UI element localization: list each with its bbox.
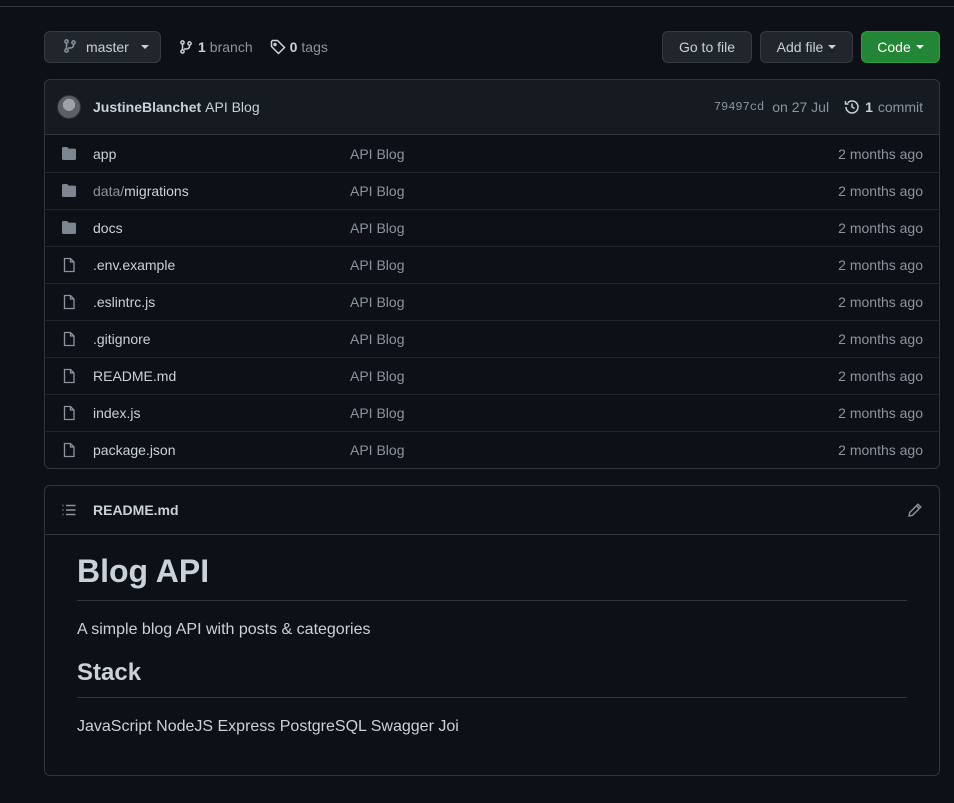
git-branch-icon (62, 38, 78, 57)
file-name: migrations (124, 183, 189, 199)
file-commit-message[interactable]: API Blog (350, 331, 838, 347)
file-name-link[interactable]: docs (93, 220, 350, 236)
repo-toolbar: master 1 branch 0 tags Go to file Add fi… (44, 31, 940, 63)
add-file-label: Add file (776, 39, 824, 55)
file-row[interactable]: index.js API Blog 2 months ago (45, 394, 939, 431)
header-divider (0, 6, 954, 7)
commit-count-label: commit (877, 99, 923, 115)
pencil-icon[interactable] (907, 502, 923, 518)
tags-link[interactable]: 0 tags (270, 39, 328, 55)
file-name: .eslintrc.js (93, 294, 156, 310)
file-commit-age: 2 months ago (838, 257, 923, 273)
tag-label: tags (301, 39, 328, 55)
file-icon (61, 331, 77, 347)
file-commit-message[interactable]: API Blog (350, 257, 838, 273)
file-browser: JustineBlanchet API Blog 79497cd on 27 J… (44, 79, 940, 469)
file-path-prefix: data/ (93, 183, 125, 199)
file-name-link[interactable]: .gitignore (93, 331, 350, 347)
file-row[interactable]: app API Blog 2 months ago (45, 135, 939, 172)
folder-icon (61, 146, 77, 162)
file-commit-age: 2 months ago (838, 294, 923, 310)
chevron-down-icon (140, 45, 149, 49)
code-label: Code (877, 39, 911, 55)
history-icon (844, 100, 859, 114)
file-icon (61, 294, 77, 310)
add-file-button[interactable]: Add file (760, 31, 853, 63)
file-icon (61, 257, 77, 273)
file-commit-message[interactable]: API Blog (350, 442, 838, 458)
file-icon (61, 405, 77, 421)
tag-count: 0 (289, 39, 298, 55)
file-icon (61, 442, 77, 458)
file-commit-message[interactable]: API Blog (350, 220, 838, 236)
commit-date: on 27 Jul (772, 99, 830, 115)
file-name-link[interactable]: index.js (93, 405, 350, 421)
branch-count: 1 (198, 39, 206, 55)
go-to-file-button[interactable]: Go to file (662, 31, 752, 63)
file-commit-age: 2 months ago (838, 442, 923, 458)
branch-name: master (86, 39, 129, 55)
commit-author[interactable]: JustineBlanchet (93, 99, 201, 115)
readme-panel: README.md Blog API A simple blog API wit… (44, 485, 940, 776)
file-list: app API Blog 2 months ago data/migrations AP… (45, 135, 939, 468)
file-row[interactable]: .env.example API Blog 2 months ago (45, 246, 939, 283)
file-commit-message[interactable]: API Blog (350, 405, 838, 421)
file-name: index.js (93, 405, 141, 421)
stack-list: JavaScript NodeJS Express PostgreSQL Swa… (77, 718, 459, 735)
avatar[interactable] (57, 95, 81, 119)
chevron-down-icon (828, 45, 837, 49)
branches-link[interactable]: 1 branch (178, 39, 253, 55)
file-commit-age: 2 months ago (838, 220, 923, 236)
file-name-link[interactable]: package.json (93, 442, 350, 458)
file-row[interactable]: .eslintrc.js API Blog 2 months ago (45, 283, 939, 320)
commit-history-link[interactable]: 1 commit (844, 99, 923, 115)
file-name: app (93, 145, 117, 162)
commit-sha[interactable]: 79497cd (714, 100, 764, 114)
list-icon[interactable] (61, 502, 77, 518)
folder-icon (61, 183, 77, 199)
file-commit-age: 2 months ago (838, 405, 923, 421)
file-commit-age: 2 months ago (838, 331, 923, 347)
commit-message[interactable]: API Blog (205, 99, 259, 115)
file-name: .gitignore (93, 331, 151, 347)
readme-content: Blog API A simple blog API with posts & … (45, 552, 939, 737)
file-name-link[interactable]: data/migrations (93, 183, 350, 199)
file-name: README.md (93, 368, 177, 384)
file-row[interactable]: package.json API Blog 2 months ago (45, 431, 939, 468)
chevron-down-icon (915, 45, 924, 49)
stack-heading: Stack (77, 657, 907, 698)
file-name: package.json (93, 442, 176, 458)
git-branch-icon (180, 40, 192, 54)
file-icon (61, 368, 77, 384)
file-name-link[interactable]: app (93, 146, 350, 162)
file-commit-message[interactable]: API Blog (350, 294, 838, 310)
file-commit-message[interactable]: API Blog (350, 368, 838, 384)
folder-icon (61, 220, 77, 236)
file-name-link[interactable]: .eslintrc.js (93, 294, 350, 310)
file-name-link[interactable]: README.md (93, 368, 350, 384)
file-row[interactable]: README.md API Blog 2 months ago (45, 357, 939, 394)
file-commit-message[interactable]: API Blog (350, 146, 838, 162)
file-commit-age: 2 months ago (838, 145, 923, 162)
tag-icon (270, 39, 286, 55)
branch-label: branch (209, 39, 253, 55)
file-name: .env.example (93, 257, 176, 273)
latest-commit-row: JustineBlanchet API Blog 79497cd on 27 J… (45, 80, 939, 135)
readme-header: README.md (45, 486, 939, 535)
file-name-link[interactable]: .env.example (93, 257, 350, 273)
commit-count: 1 (865, 99, 873, 115)
readme-title: Blog API (77, 552, 907, 601)
file-row[interactable]: data/migrations API Blog 2 months ago (45, 172, 939, 209)
file-name: docs (93, 220, 123, 236)
file-commit-message[interactable]: API Blog (350, 183, 838, 199)
code-button[interactable]: Code (861, 31, 940, 63)
file-row[interactable]: docs API Blog 2 months ago (45, 209, 939, 246)
file-commit-age: 2 months ago (838, 368, 923, 384)
readme-description: A simple blog API with posts & categorie… (77, 621, 371, 638)
branch-select-button[interactable]: master (44, 31, 161, 63)
file-row[interactable]: .gitignore API Blog 2 months ago (45, 320, 939, 357)
readme-filename[interactable]: README.md (93, 502, 179, 518)
file-commit-age: 2 months ago (838, 183, 923, 199)
